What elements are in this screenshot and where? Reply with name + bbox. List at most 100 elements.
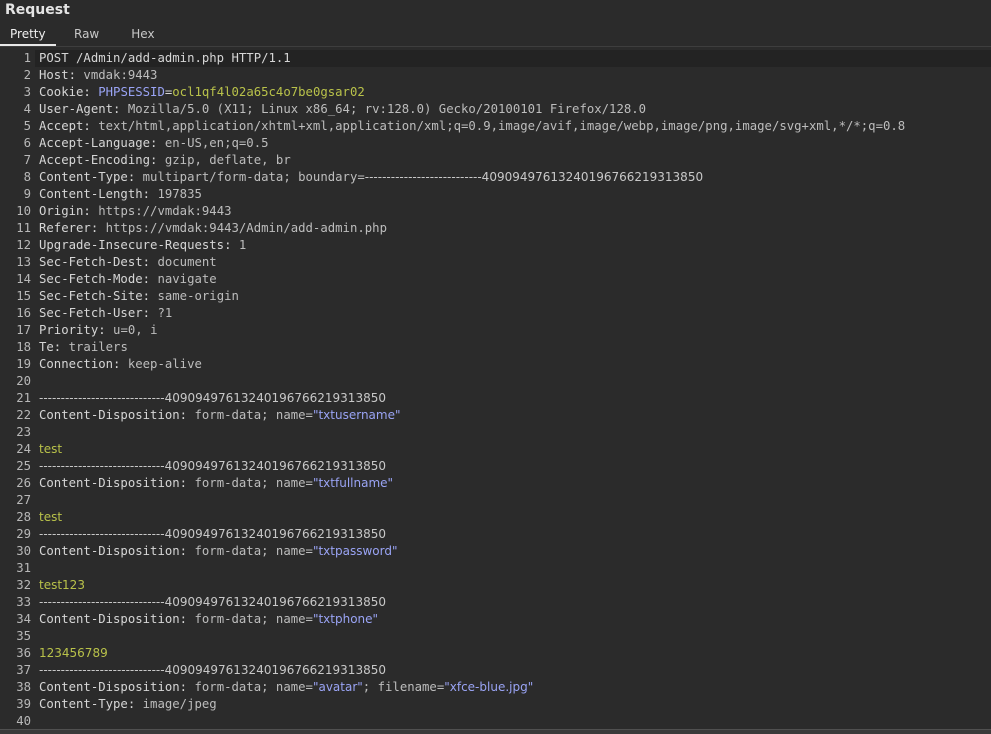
line-number: 12 <box>16 238 31 252</box>
request-line[interactable]: Content-Type: multipart/form-data; bound… <box>35 169 991 186</box>
line-number: 5 <box>23 119 31 133</box>
line-number: 10 <box>16 204 31 218</box>
request-token: "txtfullname" <box>312 476 394 490</box>
request-token: Content-Disposition: <box>39 476 195 490</box>
request-token: navigate <box>157 272 217 286</box>
request-line[interactable]: Content-Disposition: form-data; name="tx… <box>35 475 991 492</box>
tab-pretty[interactable]: Pretty <box>0 25 56 46</box>
panel-title: Request <box>5 2 70 18</box>
request-token: Cookie: <box>39 85 99 99</box>
request-token: "txtpassword" <box>312 544 398 558</box>
request-line[interactable]: Content-Disposition: form-data; name="tx… <box>35 611 991 628</box>
request-line[interactable]: test <box>35 509 991 526</box>
request-token: https://vmdak:9443 <box>98 204 232 218</box>
request-token: -----------------------------40909497613… <box>39 459 386 473</box>
request-token: Origin: <box>39 204 99 218</box>
request-line[interactable]: Content-Length: 197835 <box>35 186 991 203</box>
request-line[interactable]: Sec-Fetch-Site: same-origin <box>35 288 991 305</box>
line-number: 18 <box>16 340 31 354</box>
request-token: https://vmdak:9443/Admin/add-admin.php <box>105 221 387 235</box>
request-line[interactable] <box>35 373 991 390</box>
line-number: 29 <box>16 527 31 541</box>
request-line[interactable]: Te: trailers <box>35 339 991 356</box>
request-line[interactable]: -----------------------------40909497613… <box>35 458 991 475</box>
request-token: Content-Disposition: <box>39 544 195 558</box>
line-number: 21 <box>16 391 31 405</box>
request-token: -----------------------------40909497613… <box>39 527 386 541</box>
request-token: image/jpeg <box>142 697 217 711</box>
request-token: -----------------------------40909497613… <box>39 663 386 677</box>
request-token: form-data; name= <box>194 612 313 626</box>
request-line[interactable]: Content-Type: image/jpeg <box>35 696 991 713</box>
request-token: test <box>39 510 63 524</box>
line-number: 16 <box>16 306 31 320</box>
request-line[interactable]: Referer: https://vmdak:9443/Admin/add-ad… <box>35 220 991 237</box>
request-token: gzip, deflate, br <box>164 153 291 167</box>
line-number: 26 <box>16 476 31 490</box>
request-line[interactable]: Host: vmdak:9443 <box>35 67 991 84</box>
request-line[interactable]: Upgrade-Insecure-Requests: 1 <box>35 237 991 254</box>
request-token: POST /Admin/add-admin.php HTTP/1.1 <box>39 51 291 65</box>
request-token: Host: <box>39 68 84 82</box>
request-line[interactable]: Sec-Fetch-Dest: document <box>35 254 991 271</box>
request-line[interactable]: Content-Disposition: form-data; name="tx… <box>35 407 991 424</box>
request-line[interactable]: -----------------------------40909497613… <box>35 526 991 543</box>
line-number: 15 <box>16 289 31 303</box>
request-line[interactable]: Sec-Fetch-User: ?1 <box>35 305 991 322</box>
line-number: 33 <box>16 595 31 609</box>
request-token: "txtphone" <box>312 612 379 626</box>
request-token: Accept-Encoding: <box>39 153 165 167</box>
line-number: 7 <box>23 153 31 167</box>
tab-raw[interactable]: Raw <box>64 25 109 44</box>
request-editor[interactable]: 1 2 3 4 5 6 7 8 9 10 11 12 13 14 15 16 17 18 19 20 21 22 23 24 2… <box>0 50 991 728</box>
request-line[interactable] <box>35 492 991 509</box>
request-token: -----------------------------40909497613… <box>39 595 386 609</box>
request-token: form-data; name= <box>194 476 313 490</box>
request-line[interactable]: Accept-Language: en-US,en;q=0.5 <box>35 135 991 152</box>
request-token: document <box>157 255 217 269</box>
horizontal-scrollbar[interactable] <box>0 729 991 734</box>
request-token: trailers <box>68 340 128 354</box>
request-line[interactable]: -----------------------------40909497613… <box>35 390 991 407</box>
request-line[interactable]: Origin: https://vmdak:9443 <box>35 203 991 220</box>
request-token: Accept-Language: <box>39 136 165 150</box>
request-token: "txtusername" <box>312 408 401 422</box>
request-line[interactable]: -----------------------------40909497613… <box>35 662 991 679</box>
line-number: 11 <box>16 221 31 235</box>
line-number: 28 <box>16 510 31 524</box>
request-panel-header: Request Pretty Raw Hex <box>0 0 991 46</box>
request-line[interactable] <box>35 560 991 577</box>
request-line[interactable]: Content-Disposition: form-data; name="tx… <box>35 543 991 560</box>
line-number: 34 <box>16 612 31 626</box>
request-line[interactable]: Connection: keep-alive <box>35 356 991 373</box>
request-line[interactable]: test123 <box>35 577 991 594</box>
line-number: 1 <box>23 51 31 65</box>
request-line[interactable]: User-Agent: Mozilla/5.0 (X11; Linux x86_… <box>35 101 991 118</box>
request-line[interactable] <box>35 713 991 728</box>
request-line[interactable]: POST /Admin/add-admin.php HTTP/1.1 <box>35 50 991 67</box>
request-token: ---------------------------4090949761324… <box>364 170 704 184</box>
line-number: 13 <box>16 255 31 269</box>
line-number: 32 <box>16 578 31 592</box>
request-line[interactable]: Cookie: PHPSESSID=ocl1qf4l02a65c4o7be0gs… <box>35 84 991 101</box>
line-number: 31 <box>16 561 31 575</box>
request-token: 197835 <box>157 187 202 201</box>
request-line[interactable] <box>35 628 991 645</box>
line-number: 30 <box>16 544 31 558</box>
request-line[interactable] <box>35 424 991 441</box>
line-number: 39 <box>16 697 31 711</box>
request-line[interactable]: Accept-Encoding: gzip, deflate, br <box>35 152 991 169</box>
line-number: 22 <box>16 408 31 422</box>
request-token: Upgrade-Insecure-Requests: <box>39 238 239 252</box>
request-token: "xfce-blue.jpg" <box>444 680 534 694</box>
tab-hex[interactable]: Hex <box>121 25 164 44</box>
request-line[interactable]: Priority: u=0, i <box>35 322 991 339</box>
request-text[interactable]: POST /Admin/add-admin.php HTTP/1.1 Host: … <box>35 50 991 728</box>
request-line[interactable]: -----------------------------40909497613… <box>35 594 991 611</box>
request-line[interactable]: 123456789 <box>35 645 991 662</box>
request-line[interactable]: test <box>35 441 991 458</box>
request-line[interactable]: Sec-Fetch-Mode: navigate <box>35 271 991 288</box>
request-line[interactable]: Content-Disposition: form-data; name="av… <box>35 679 991 696</box>
request-line[interactable]: Accept: text/html,application/xhtml+xml,… <box>35 118 991 135</box>
request-token: test123 <box>39 578 85 592</box>
